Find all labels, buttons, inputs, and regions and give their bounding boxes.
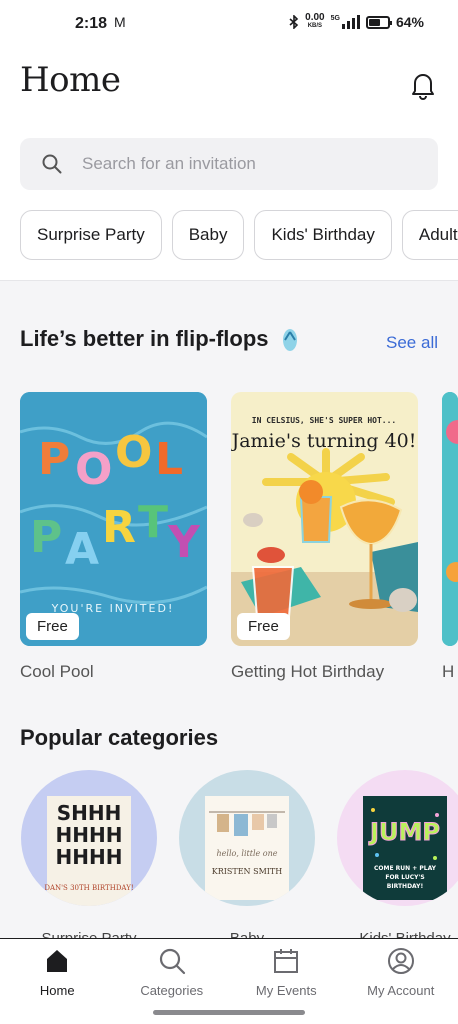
- invitation-card-cool-pool[interactable]: P O O L P A R T Y YOU'RE INVITED! Free: [20, 392, 207, 646]
- bell-icon[interactable]: [410, 70, 436, 100]
- svg-text:HHHH: HHHH: [56, 823, 123, 847]
- card-label-cool-pool[interactable]: Cool Pool: [20, 662, 94, 682]
- mail-icon: M: [114, 14, 126, 30]
- search-icon: [159, 948, 185, 975]
- flip-flop-icon: [282, 329, 297, 352]
- section-title-text: Life’s better in flip-flops: [20, 326, 269, 351]
- hot-birthday-art: IN CELSIUS, SHE'S SUPER HOT... Jamie's t…: [231, 392, 418, 646]
- invitation-card-partial[interactable]: [442, 392, 458, 646]
- chip-baby[interactable]: Baby: [171, 210, 245, 260]
- nav-my-account-label: My Account: [367, 983, 435, 998]
- search-icon: [42, 154, 62, 174]
- card-art-title: Jamie's turning 40!: [231, 430, 416, 452]
- svg-text:A: A: [65, 524, 99, 575]
- category-art-subtitle: KRISTEN SMITH: [212, 867, 283, 876]
- svg-text:L: L: [155, 434, 183, 485]
- surprise-party-art: SHHH HHHH HHHH DAN'S 30TH BIRTHDAY!: [44, 796, 134, 906]
- network-speed: 0.00 KB/S: [305, 13, 324, 31]
- home-indicator[interactable]: [153, 1010, 305, 1015]
- bluetooth-icon: [289, 15, 299, 29]
- calendar-icon: [274, 949, 299, 973]
- partial-card-art: [442, 392, 458, 646]
- nav-home[interactable]: Home: [0, 939, 115, 1024]
- category-baby[interactable]: hello, little one KRISTEN SMITH: [179, 770, 315, 906]
- svg-text:Y: Y: [167, 517, 201, 568]
- home-icon: [47, 950, 68, 972]
- nav-categories-label: Categories: [140, 983, 204, 998]
- chip-adult[interactable]: Adult: [401, 210, 458, 260]
- search-bar[interactable]: [20, 138, 438, 190]
- baby-art: hello, little one KRISTEN SMITH: [205, 796, 289, 900]
- status-time: 2:18: [75, 15, 108, 32]
- category-art-subtitle: DAN'S 30TH BIRTHDAY!: [44, 884, 133, 892]
- svg-text:R: R: [102, 502, 136, 553]
- card-label-getting-hot-birthday[interactable]: Getting Hot Birthday: [231, 662, 384, 682]
- svg-text:COME RUN + PLAY: COME RUN + PLAY: [374, 865, 437, 872]
- signal-icon: 5G: [331, 15, 360, 29]
- free-badge: Free: [26, 613, 79, 640]
- nav-my-account[interactable]: My Account: [344, 939, 458, 1024]
- svg-text:T: T: [138, 497, 168, 548]
- status-icons: 0.00 KB/S 5G 64%: [289, 13, 424, 31]
- svg-text:BIRTHDAY!: BIRTHDAY!: [387, 883, 423, 890]
- nav-home-label: Home: [39, 983, 75, 998]
- battery-icon: [365, 15, 392, 29]
- section-title-flipflops: Life’s better in flip-flops: [20, 326, 299, 353]
- status-bar: 2:18 M 0.00 KB/S 5G 64%: [0, 0, 458, 50]
- category-chips: Surprise Party Baby Kids' Birthday Adult: [20, 210, 458, 260]
- card-label-partial[interactable]: H: [442, 662, 454, 682]
- search-input[interactable]: [82, 154, 402, 174]
- category-art-title: hello, little one: [217, 849, 278, 858]
- network-speed-value: 0.00: [305, 12, 325, 23]
- network-type: 5G: [330, 15, 340, 22]
- network-speed-unit: KB/S: [307, 23, 323, 29]
- page-title: Home: [20, 60, 121, 100]
- nav-my-events-label: My Events: [255, 983, 317, 998]
- category-art-title: JUMP: [368, 818, 440, 846]
- pool-party-art: P O O L P A R T Y YOU'RE INVITED!: [20, 392, 207, 646]
- chip-kids-birthday[interactable]: Kids' Birthday: [254, 210, 392, 260]
- see-all-link[interactable]: See all: [386, 333, 438, 353]
- svg-text:FOR LUCY'S: FOR LUCY'S: [385, 874, 424, 881]
- section-title-popular-categories: Popular categories: [20, 725, 219, 750]
- chip-surprise-party[interactable]: Surprise Party: [20, 210, 162, 260]
- free-badge: Free: [237, 613, 290, 640]
- category-surprise-party[interactable]: SHHH HHHH HHHH DAN'S 30TH BIRTHDAY!: [21, 770, 157, 906]
- svg-text:HHHH: HHHH: [56, 845, 123, 869]
- invitation-card-getting-hot-birthday[interactable]: IN CELSIUS, SHE'S SUPER HOT... Jamie's t…: [231, 392, 418, 646]
- card-art-kicker: IN CELSIUS, SHE'S SUPER HOT...: [252, 416, 397, 425]
- svg-text:SHHH: SHHH: [57, 801, 122, 825]
- battery-percent: 64%: [395, 14, 424, 30]
- svg-text:O: O: [75, 444, 112, 495]
- svg-text:P: P: [30, 512, 62, 563]
- svg-text:O: O: [115, 427, 152, 478]
- account-icon: [387, 948, 414, 974]
- svg-text:P: P: [38, 434, 70, 485]
